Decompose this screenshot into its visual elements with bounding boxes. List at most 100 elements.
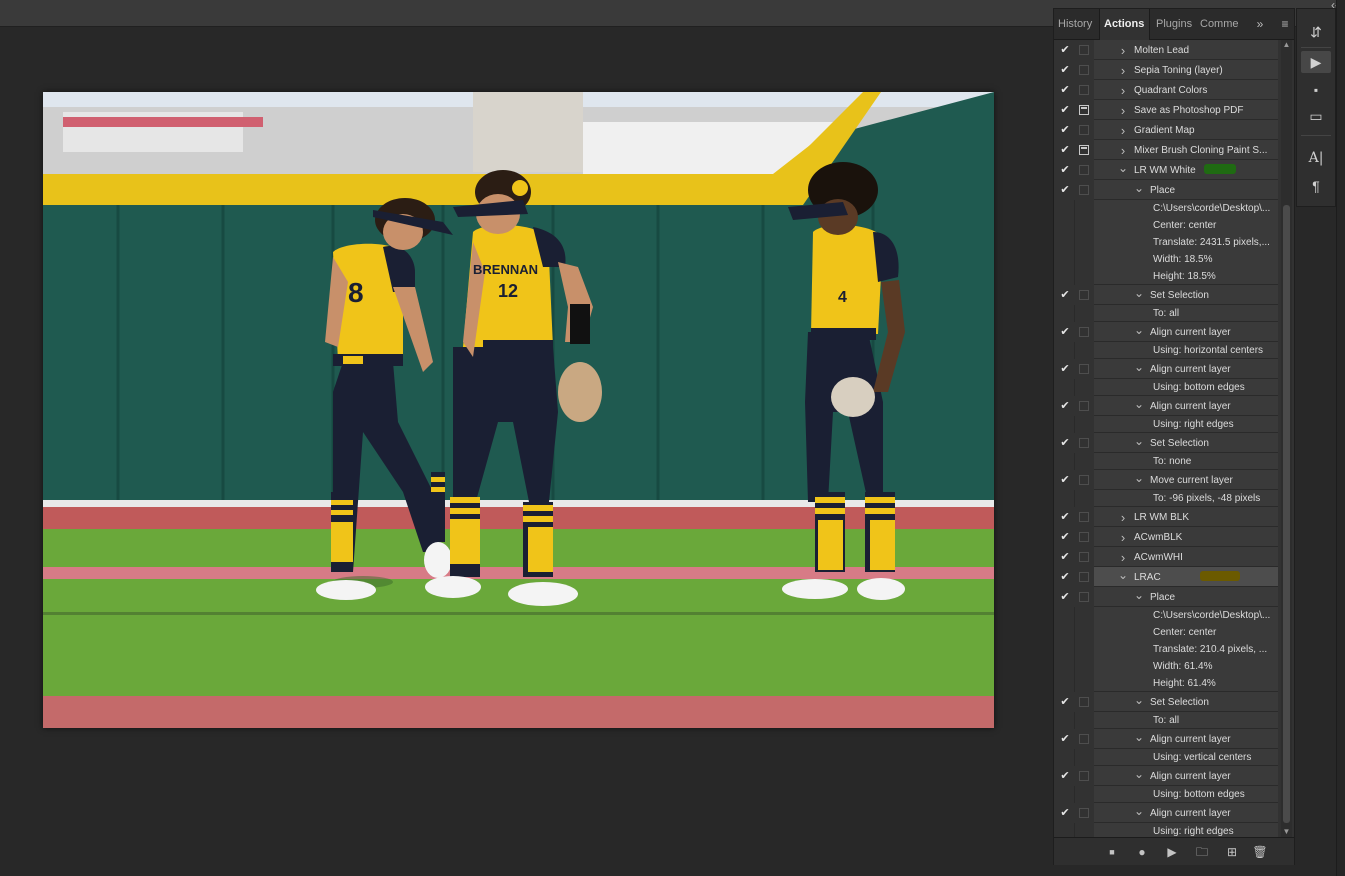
chevron-down-icon[interactable]: ⌄ <box>1134 804 1144 818</box>
dialog-toggle-icon[interactable] <box>1079 592 1089 602</box>
actions-scrollbar[interactable]: ▲ ▼ <box>1281 40 1292 837</box>
chevron-right-icon[interactable]: › <box>1118 550 1128 565</box>
action-row[interactable]: ✔ ⌄ Set Selection <box>1054 433 1280 453</box>
dialog-toggle-icon[interactable] <box>1079 808 1089 818</box>
dialog-toggle-icon[interactable] <box>1079 145 1089 155</box>
checkmark-icon[interactable]: ✔ <box>1059 288 1071 301</box>
dialog-toggle-icon[interactable] <box>1079 105 1089 115</box>
scroll-down-icon[interactable]: ▼ <box>1281 827 1292 837</box>
double-chevron-right-icon[interactable]: » <box>1253 9 1267 39</box>
tab-history[interactable]: History <box>1054 9 1099 39</box>
checkmark-icon[interactable]: ✔ <box>1059 103 1071 116</box>
dialog-toggle-icon[interactable] <box>1079 45 1089 55</box>
action-row[interactable]: ✔ › ACwmWHI <box>1054 547 1280 567</box>
actions-panel-icon[interactable]: ▶ <box>1301 51 1331 73</box>
chevron-down-icon[interactable]: ⌄ <box>1134 730 1144 744</box>
action-row[interactable]: ✔ ⌄ Align current layer <box>1054 729 1280 749</box>
checkmark-icon[interactable]: ✔ <box>1059 590 1071 603</box>
plugins-panel-icon[interactable]: ▪ <box>1301 79 1331 101</box>
new-action-button[interactable]: ⊞ <box>1224 844 1240 860</box>
checkmark-icon[interactable]: ✔ <box>1059 436 1071 449</box>
action-row[interactable]: ✔ ⌄ Place <box>1054 587 1280 607</box>
character-panel-icon[interactable]: A| <box>1301 147 1331 169</box>
stop-recording-button[interactable]: ■ <box>1104 844 1120 860</box>
dialog-toggle-icon[interactable] <box>1079 438 1089 448</box>
dialog-toggle-icon[interactable] <box>1079 475 1089 485</box>
checkmark-icon[interactable]: ✔ <box>1059 143 1071 156</box>
chevron-down-icon[interactable]: ⌄ <box>1134 181 1144 195</box>
action-row[interactable]: ✔ › LR WM BLK <box>1054 507 1280 527</box>
action-row[interactable]: ✔ › Quadrant Colors <box>1054 80 1280 100</box>
dialog-toggle-icon[interactable] <box>1079 65 1089 75</box>
checkmark-icon[interactable]: ✔ <box>1059 83 1071 96</box>
dialog-toggle-icon[interactable] <box>1079 401 1089 411</box>
dialog-toggle-icon[interactable] <box>1079 290 1089 300</box>
action-row[interactable]: ✔ ⌄ Align current layer <box>1054 766 1280 786</box>
chevron-right-icon[interactable]: › <box>1118 63 1128 78</box>
checkmark-icon[interactable]: ✔ <box>1059 399 1071 412</box>
action-row[interactable]: ✔ ⌄ Align current layer <box>1054 803 1280 823</box>
checkmark-icon[interactable]: ✔ <box>1059 550 1071 563</box>
play-selection-button[interactable]: ▶ <box>1164 844 1180 860</box>
chevron-down-icon[interactable]: ⌄ <box>1134 693 1144 707</box>
action-row[interactable]: ✔ ⌄ Move current layer <box>1054 470 1280 490</box>
action-row[interactable]: ✔ › ACwmBLK <box>1054 527 1280 547</box>
chevron-down-icon[interactable]: ⌄ <box>1134 434 1144 448</box>
checkmark-icon[interactable]: ✔ <box>1059 163 1071 176</box>
checkmark-icon[interactable]: ✔ <box>1059 510 1071 523</box>
action-row[interactable]: ✔ › Sepia Toning (layer) <box>1054 60 1280 80</box>
chevron-right-icon[interactable]: › <box>1118 83 1128 98</box>
dialog-toggle-icon[interactable] <box>1079 364 1089 374</box>
chevron-down-icon[interactable]: ⌄ <box>1134 397 1144 411</box>
chevron-right-icon[interactable]: › <box>1118 123 1128 138</box>
chevron-right-icon[interactable]: › <box>1118 43 1128 58</box>
delete-button[interactable]: 🗑 <box>1252 844 1268 860</box>
chevron-down-icon[interactable]: ⌄ <box>1118 161 1128 175</box>
record-button[interactable]: ● <box>1134 844 1150 860</box>
dialog-toggle-icon[interactable] <box>1079 734 1089 744</box>
dialog-toggle-icon[interactable] <box>1079 512 1089 522</box>
checkmark-icon[interactable]: ✔ <box>1059 530 1071 543</box>
chevron-right-icon[interactable]: › <box>1118 143 1128 158</box>
scroll-up-icon[interactable]: ▲ <box>1281 40 1292 50</box>
checkmark-icon[interactable]: ✔ <box>1059 473 1071 486</box>
action-row[interactable]: ✔ › Molten Lead <box>1054 40 1280 60</box>
dialog-toggle-icon[interactable] <box>1079 327 1089 337</box>
dialog-toggle-icon[interactable] <box>1079 185 1089 195</box>
comments-panel-icon[interactable]: ▭ <box>1301 105 1331 127</box>
document-photo[interactable]: 8 12 BRENNAN 4 <box>43 92 994 728</box>
checkmark-icon[interactable]: ✔ <box>1059 362 1071 375</box>
checkmark-icon[interactable]: ✔ <box>1059 123 1071 136</box>
tab-actions[interactable]: Actions <box>1099 9 1150 40</box>
tab-plugins[interactable]: Plugins <box>1152 9 1196 39</box>
chevron-right-icon[interactable]: › <box>1118 530 1128 545</box>
chevron-down-icon[interactable]: ⌄ <box>1118 568 1128 582</box>
dialog-toggle-icon[interactable] <box>1079 532 1089 542</box>
dialog-toggle-icon[interactable] <box>1079 85 1089 95</box>
dialog-toggle-icon[interactable] <box>1079 697 1089 707</box>
chevron-down-icon[interactable]: ⌄ <box>1134 323 1144 337</box>
dialog-toggle-icon[interactable] <box>1079 771 1089 781</box>
chevron-right-icon[interactable]: › <box>1118 510 1128 525</box>
scroll-thumb[interactable] <box>1283 205 1290 823</box>
history-panel-icon[interactable]: ⇵ <box>1301 21 1331 43</box>
action-row[interactable]: ✔ ⌄ Place <box>1054 180 1280 200</box>
chevron-down-icon[interactable]: ⌄ <box>1134 360 1144 374</box>
new-set-button[interactable]: 🗀 <box>1194 844 1210 860</box>
action-row[interactable]: ✔ › Mixer Brush Cloning Paint S... <box>1054 140 1280 160</box>
dialog-toggle-icon[interactable] <box>1079 552 1089 562</box>
action-row[interactable]: ✔ ⌄ Align current layer <box>1054 322 1280 342</box>
chevron-down-icon[interactable]: ⌄ <box>1134 767 1144 781</box>
chevron-right-icon[interactable]: › <box>1118 103 1128 118</box>
dialog-toggle-icon[interactable] <box>1079 572 1089 582</box>
checkmark-icon[interactable]: ✔ <box>1059 570 1071 583</box>
checkmark-icon[interactable]: ✔ <box>1059 769 1071 782</box>
chevron-down-icon[interactable]: ⌄ <box>1134 588 1144 602</box>
checkmark-icon[interactable]: ✔ <box>1059 43 1071 56</box>
dialog-toggle-icon[interactable] <box>1079 125 1089 135</box>
checkmark-icon[interactable]: ✔ <box>1059 63 1071 76</box>
dialog-toggle-icon[interactable] <box>1079 165 1089 175</box>
action-row[interactable]: ✔ ⌄ Set Selection <box>1054 285 1280 305</box>
action-row[interactable]: ✔ ⌄ Align current layer <box>1054 359 1280 379</box>
action-row[interactable]: ✔ › Save as Photoshop PDF <box>1054 100 1280 120</box>
